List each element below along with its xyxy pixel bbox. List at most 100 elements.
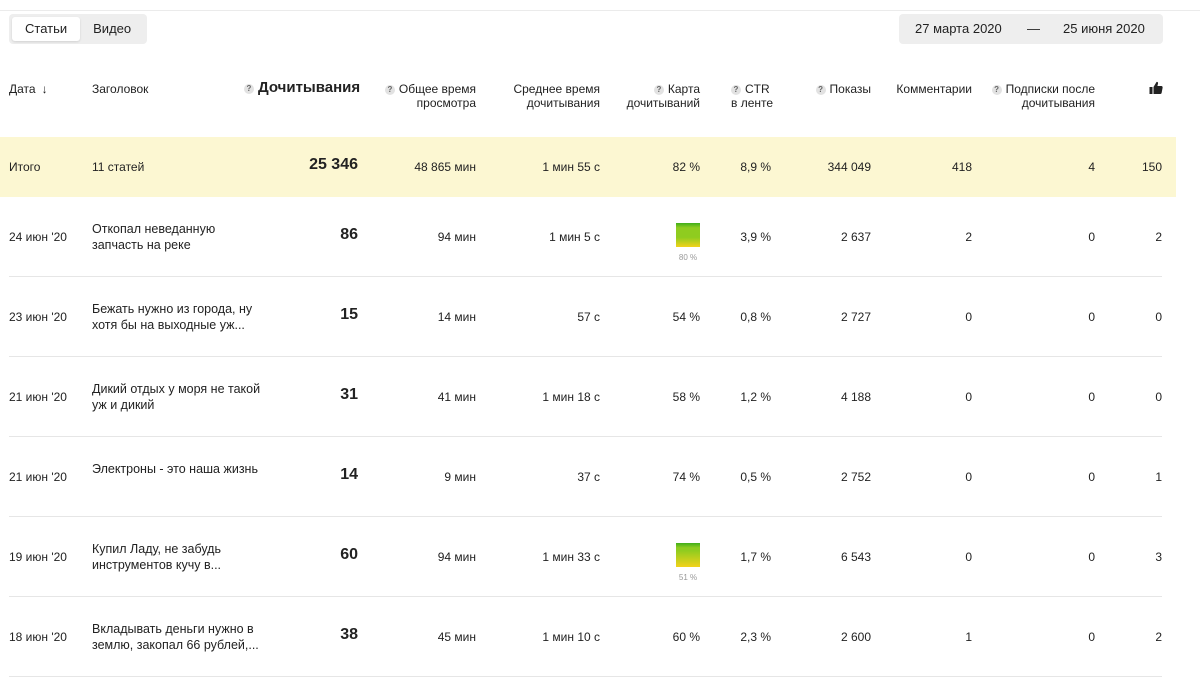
column-header-total-time-line2: просмотра [416, 96, 476, 110]
column-header-read-through-label: Дочитывания [258, 79, 361, 96]
row-comments: 0 [965, 550, 972, 564]
help-icon[interactable]: ? [244, 84, 254, 94]
row-avg-time: 1 мин 5 с [549, 230, 600, 244]
row-subscriptions: 0 [1088, 550, 1095, 564]
total-ctr: 8,9 % [740, 160, 771, 174]
date-to[interactable]: 25 июня 2020 [1063, 14, 1145, 44]
row-total-time: 9 мин [444, 470, 476, 484]
row-read-through: 38 [340, 626, 358, 643]
row-likes: 2 [1155, 230, 1162, 244]
column-header-read-through[interactable]: ? Дочитывания [244, 79, 360, 97]
row-subscriptions: 0 [1088, 310, 1095, 324]
total-label: Итого [9, 160, 41, 174]
column-header-read-map[interactable]: ? Карта дочитываний [610, 82, 700, 110]
row-divider [9, 676, 1162, 677]
date-from[interactable]: 27 марта 2020 [915, 14, 1002, 44]
row-shows: 6 543 [840, 550, 871, 564]
row-likes: 1 [1155, 470, 1162, 484]
column-header-ctr-line2: в ленте [731, 96, 774, 110]
column-header-avg-time[interactable]: Среднее время дочитывания [490, 82, 600, 110]
row-date: 21 июн '20 [9, 390, 67, 404]
column-header-date[interactable]: Дата ↓ [9, 82, 48, 96]
column-header-read-map-line1: Карта [667, 82, 700, 96]
table-row[interactable]: 21 июн '20 Дикий отдых у моря не такой у… [0, 357, 1176, 437]
row-date: 21 июн '20 [9, 470, 67, 484]
row-read-through: 31 [340, 386, 358, 403]
row-read-through: 60 [340, 546, 358, 563]
table-row[interactable]: 23 июн '20 Бежать нужно из города, ну хо… [0, 277, 1176, 357]
read-map-chart[interactable] [676, 543, 700, 567]
column-header-title[interactable]: Заголовок [92, 82, 148, 96]
column-header-total-time[interactable]: ? Общее время просмотра [376, 82, 476, 110]
row-comments: 1 [965, 630, 972, 644]
row-total-time: 14 мин [437, 310, 476, 324]
table-row[interactable]: 19 июн '20 Купил Ладу, не забудь инструм… [0, 517, 1176, 597]
row-likes: 2 [1155, 630, 1162, 644]
row-ctr: 2,3 % [740, 630, 771, 644]
column-header-read-map-line2: дочитываний [626, 96, 700, 110]
read-map-chart-label: 51 % [678, 573, 698, 582]
row-shows: 2 727 [840, 310, 871, 324]
help-icon[interactable]: ? [384, 85, 395, 95]
total-avg-time: 1 мин 55 с [542, 160, 600, 174]
total-likes: 150 [1141, 160, 1162, 174]
read-map-chart-label: 80 % [678, 253, 698, 262]
row-comments: 0 [965, 310, 972, 324]
row-read-map: 54 % [672, 310, 700, 324]
row-shows: 4 188 [840, 390, 871, 404]
total-title: 11 статей [92, 160, 145, 174]
row-read-through: 86 [340, 226, 358, 243]
total-total-time: 48 865 мин [414, 160, 476, 174]
table-row[interactable]: 18 июн '20 Вкладывать деньги нужно в зем… [0, 597, 1176, 677]
row-read-map: 74 % [672, 470, 700, 484]
row-subscriptions: 0 [1088, 470, 1095, 484]
sort-down-arrow-icon: ↓ [41, 82, 48, 96]
row-subscriptions: 0 [1088, 390, 1095, 404]
help-icon[interactable]: ? [653, 85, 664, 95]
row-date: 18 июн '20 [9, 630, 67, 644]
row-read-map: 60 % [672, 630, 700, 644]
help-icon[interactable]: ? [731, 85, 741, 95]
row-ctr: 0,8 % [740, 310, 771, 324]
row-total-time: 94 мин [437, 230, 476, 244]
column-header-shows[interactable]: ? Показы [790, 82, 871, 96]
column-header-subscriptions[interactable]: ? Подписки после дочитывания [985, 82, 1095, 110]
row-ctr: 0,5 % [740, 470, 771, 484]
column-header-avg-time-line2: дочитывания [526, 96, 600, 110]
row-title[interactable]: Бежать нужно из города, ну хотя бы на вы… [92, 301, 262, 333]
help-icon[interactable]: ? [815, 85, 826, 95]
tab-video[interactable]: Видео [80, 17, 144, 41]
read-map-chart[interactable] [676, 223, 700, 247]
total-row: Итого 11 статей 25 346 48 865 мин 1 мин … [0, 137, 1176, 197]
total-subscriptions: 4 [1088, 160, 1095, 174]
row-comments: 0 [965, 470, 972, 484]
row-likes: 3 [1155, 550, 1162, 564]
row-title[interactable]: Вкладывать деньги нужно в землю, закопал… [92, 621, 262, 653]
thumbs-up-icon[interactable] [1149, 81, 1163, 95]
row-title[interactable]: Электроны - это наша жизнь [92, 461, 262, 477]
date-range-picker[interactable]: 27 марта 2020 — 25 июня 2020 [899, 14, 1163, 44]
row-title[interactable]: Купил Ладу, не забудь инструментов кучу … [92, 541, 262, 573]
row-likes: 0 [1155, 390, 1162, 404]
row-date: 24 июн '20 [9, 230, 67, 244]
tab-articles[interactable]: Статьи [12, 17, 81, 41]
row-read-map: 58 % [672, 390, 700, 404]
help-icon[interactable]: ? [991, 85, 1002, 95]
column-header-subscriptions-line1: Подписки после [1005, 82, 1095, 96]
row-subscriptions: 0 [1088, 630, 1095, 644]
row-title[interactable]: Откопал неведанную запчасть на реке [92, 221, 262, 253]
column-header-total-time-line1: Общее время [398, 82, 476, 96]
row-date: 23 июн '20 [9, 310, 67, 324]
row-ctr: 1,2 % [740, 390, 771, 404]
row-total-time: 94 мин [437, 550, 476, 564]
row-likes: 0 [1155, 310, 1162, 324]
column-header-comments[interactable]: Комментарии [880, 82, 972, 96]
row-total-time: 45 мин [437, 630, 476, 644]
table-row[interactable]: 24 июн '20 Откопал неведанную запчасть н… [0, 197, 1176, 277]
total-comments: 418 [951, 160, 972, 174]
column-header-ctr[interactable]: ? CTR в ленте [731, 82, 773, 110]
row-shows: 2 600 [840, 630, 871, 644]
row-title[interactable]: Дикий отдых у моря не такой уж и дикий [92, 381, 262, 413]
table-row[interactable]: 21 июн '20 Электроны - это наша жизнь 14… [0, 437, 1176, 517]
column-header-ctr-line1: CTR [745, 82, 770, 96]
